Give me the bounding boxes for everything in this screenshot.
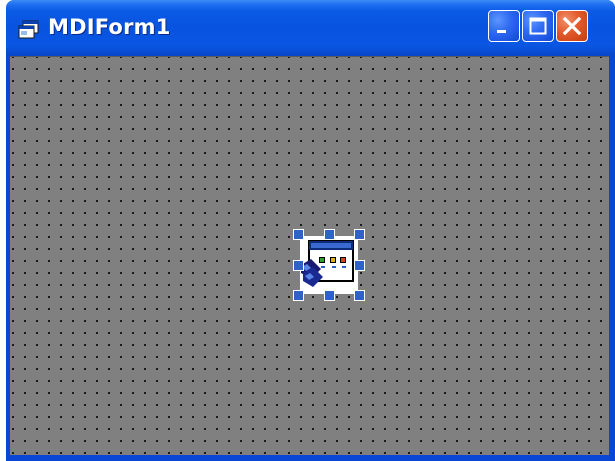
selection-handle-top-left[interactable] — [293, 229, 304, 240]
selection-handle-left[interactable] — [293, 260, 304, 271]
mdi-form-window: MDIForm1 — [6, 0, 615, 461]
maximize-button[interactable] — [522, 10, 554, 42]
minimize-icon — [497, 30, 506, 33]
selection-handle-bottom[interactable] — [324, 290, 335, 301]
maximize-icon — [529, 17, 547, 35]
selection-handle-top[interactable] — [324, 229, 335, 240]
mdi-client-area[interactable] — [10, 56, 609, 455]
form-icon — [18, 19, 40, 41]
window-title: MDIForm1 — [48, 15, 171, 39]
selection-handle-bottom-left[interactable] — [293, 290, 304, 301]
selection-handle-top-right[interactable] — [354, 229, 365, 240]
selection-handle-bottom-right[interactable] — [354, 290, 365, 301]
imagelist-control-icon — [298, 234, 360, 296]
minimize-button[interactable] — [488, 10, 520, 42]
selection-handle-right[interactable] — [354, 260, 365, 271]
close-button[interactable] — [556, 10, 588, 42]
selected-control[interactable] — [293, 229, 365, 301]
imagelist-control[interactable] — [298, 234, 360, 296]
close-icon — [562, 16, 582, 36]
title-bar[interactable]: MDIForm1 — [6, 0, 615, 56]
